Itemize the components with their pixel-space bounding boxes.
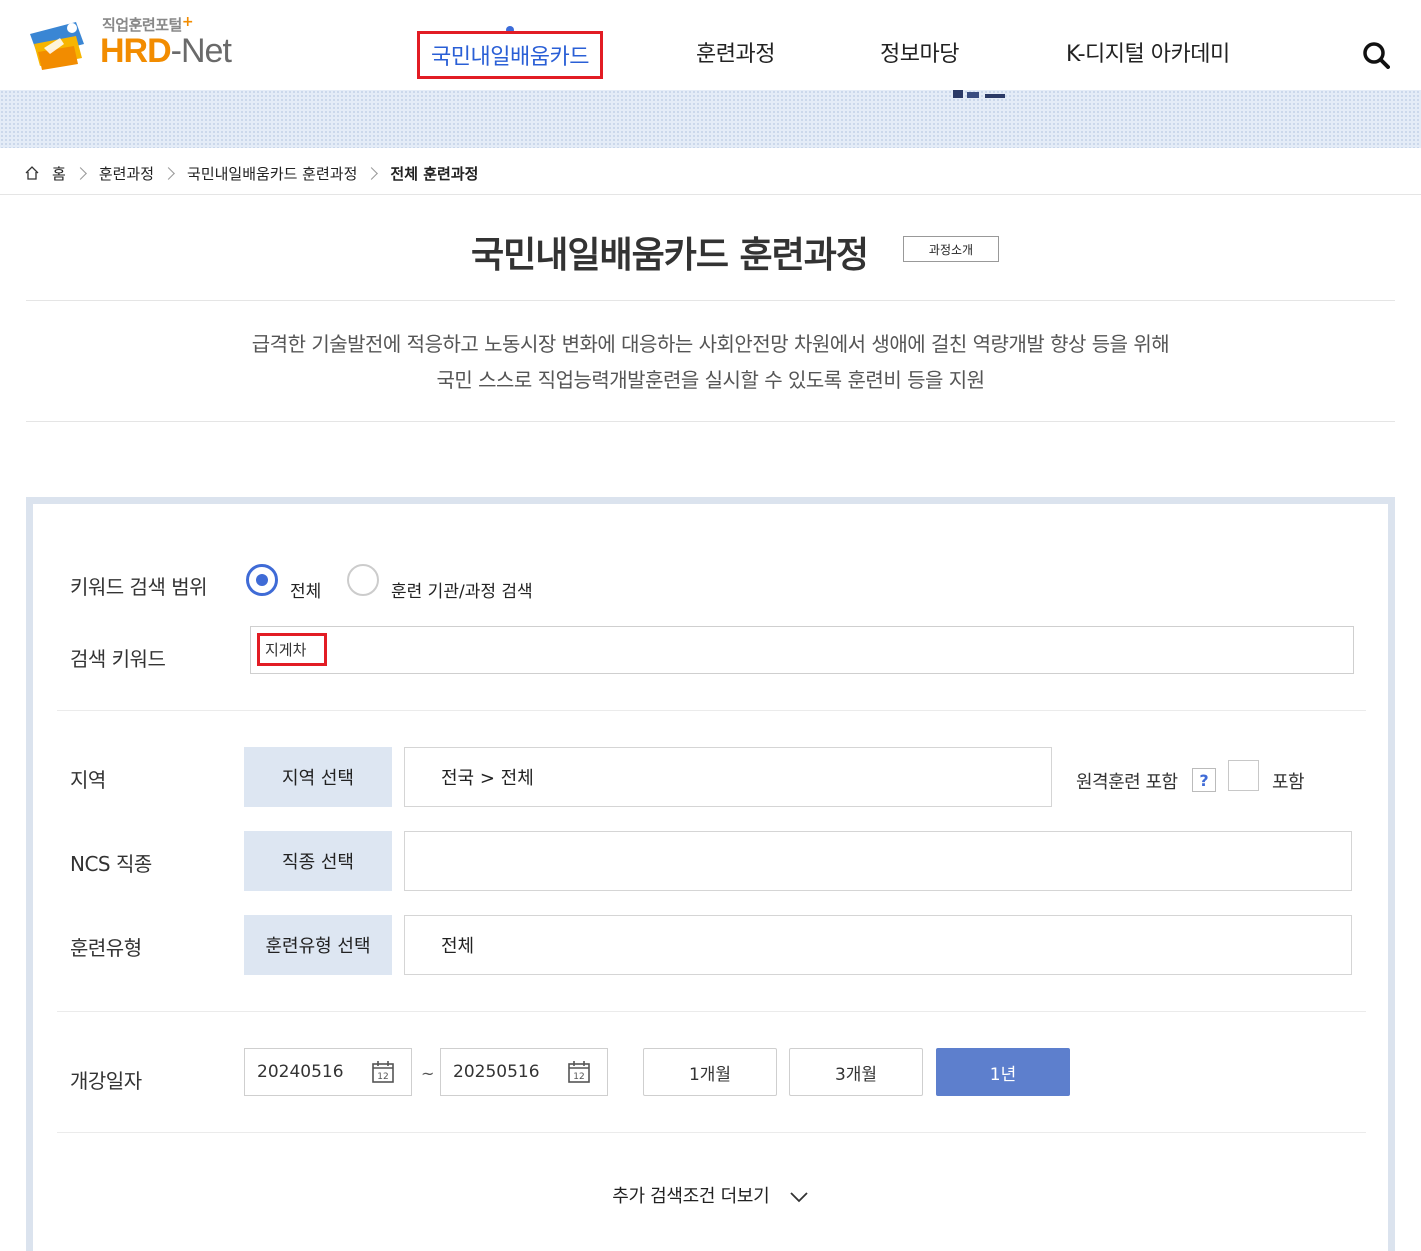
- scope-all-label[interactable]: 전체: [290, 577, 321, 602]
- breadcrumb-training-courses[interactable]: 훈련과정: [99, 163, 154, 184]
- description-line-1: 급격한 기술발전에 적응하고 노동시장 변화에 대응하는 사회안전망 차원에서 …: [251, 332, 1170, 356]
- nav-info-board[interactable]: 정보마당: [880, 36, 959, 68]
- nav-tomorrow-learning-card[interactable]: 국민내일배움카드: [417, 31, 603, 79]
- description-line-2: 국민 스스로 직업능력개발훈련을 실시할 수 있도록 훈련비 등을 지원: [436, 368, 985, 392]
- top-header: 직업훈련포털+ HRD-Net 국민내일배움카드 훈련과정 정보마당 K-디지털…: [0, 0, 1421, 90]
- breadcrumb-home[interactable]: 홈: [52, 163, 66, 184]
- section-divider: [57, 710, 1366, 711]
- more-search-options-label[interactable]: 추가 검색조건 더보기: [612, 1186, 769, 1207]
- section-divider: [57, 1132, 1366, 1133]
- period-1-year-button[interactable]: 1년: [936, 1048, 1070, 1096]
- region-select-button[interactable]: 지역 선택: [244, 747, 392, 807]
- calendar-icon[interactable]: 12: [567, 1060, 591, 1084]
- breadcrumb-card-courses[interactable]: 국민내일배움카드 훈련과정: [187, 163, 357, 184]
- keyword-label: 검색 키워드: [70, 647, 166, 671]
- remote-include-label[interactable]: 포함: [1272, 768, 1305, 794]
- chevron-right-icon: [162, 166, 175, 180]
- scope-all-radio[interactable]: [246, 564, 278, 596]
- more-search-options-toggle[interactable]: 추가 검색조건 더보기: [33, 1182, 1388, 1208]
- nav-training-courses[interactable]: 훈련과정: [696, 36, 775, 68]
- banner-decoration-icon: [953, 90, 1005, 98]
- remote-include-checkbox[interactable]: [1228, 760, 1259, 791]
- search-panel: 키워드 검색 범위 전체 훈련 기관/과정 검색 검색 키워드 지게차 지역 지…: [26, 497, 1395, 1251]
- ncs-value-field[interactable]: [404, 831, 1352, 891]
- date-range-separator: ~: [421, 1064, 435, 1083]
- date-from-value: 20240516: [257, 1062, 344, 1082]
- nav-k-digital-academy[interactable]: K-디지털 아카데미: [1066, 36, 1230, 68]
- page-description: 급격한 기술발전에 적응하고 노동시장 변화에 대응하는 사회안전망 차원에서 …: [26, 326, 1395, 398]
- scope-institution-label[interactable]: 훈련 기관/과정 검색: [391, 577, 533, 602]
- keyword-input[interactable]: 지게차: [250, 626, 1354, 674]
- logo-title: HRD-Net: [100, 32, 232, 70]
- breadcrumb-current: 전체 훈련과정: [390, 164, 479, 183]
- scope-institution-radio[interactable]: [347, 564, 379, 596]
- chevron-right-icon: [73, 166, 87, 180]
- breadcrumb-divider: [0, 194, 1421, 195]
- chevron-down-icon[interactable]: [789, 1191, 809, 1203]
- calendar-icon-text: 12: [377, 1072, 388, 1082]
- logo-mark-icon: [30, 22, 84, 70]
- region-label: 지역: [70, 768, 106, 792]
- date-from-input[interactable]: 20240516 12: [244, 1048, 412, 1096]
- ncs-label: NCS 직종: [70, 852, 152, 876]
- keyword-value-highlight: 지게차: [257, 633, 328, 666]
- header-banner-strip: [0, 90, 1421, 148]
- date-to-input[interactable]: 20250516 12: [440, 1048, 608, 1096]
- home-icon[interactable]: [24, 165, 40, 181]
- help-icon[interactable]: ?: [1192, 768, 1216, 792]
- section-divider: [57, 1011, 1366, 1012]
- remote-training-label: 원격훈련 포함: [1076, 772, 1178, 793]
- date-to-value: 20250516: [453, 1062, 540, 1082]
- training-type-value-field[interactable]: 전체: [404, 915, 1352, 975]
- training-type-label: 훈련유형: [70, 936, 142, 960]
- page-title: 국민내일배움카드 훈련과정: [471, 235, 869, 276]
- title-divider: [26, 300, 1395, 301]
- calendar-icon[interactable]: 12: [371, 1060, 395, 1084]
- hrd-net-logo[interactable]: 직업훈련포털+ HRD-Net: [24, 14, 264, 74]
- search-icon[interactable]: [1362, 41, 1390, 69]
- breadcrumb: 홈 훈련과정 국민내일배움카드 훈련과정 전체 훈련과정: [24, 160, 478, 186]
- chevron-right-icon: [365, 166, 379, 180]
- period-1-month-button[interactable]: 1개월: [643, 1048, 777, 1096]
- start-date-label: 개강일자: [70, 1069, 142, 1093]
- region-value-field[interactable]: 전국 > 전체: [404, 747, 1052, 807]
- description-divider: [26, 421, 1395, 422]
- keyword-scope-label: 키워드 검색 범위: [70, 575, 208, 599]
- period-3-months-button[interactable]: 3개월: [789, 1048, 923, 1096]
- training-type-select-button[interactable]: 훈련유형 선택: [244, 915, 392, 975]
- ncs-select-button[interactable]: 직종 선택: [244, 831, 392, 891]
- course-intro-button[interactable]: 과정소개: [903, 236, 999, 262]
- calendar-icon-text: 12: [573, 1072, 584, 1082]
